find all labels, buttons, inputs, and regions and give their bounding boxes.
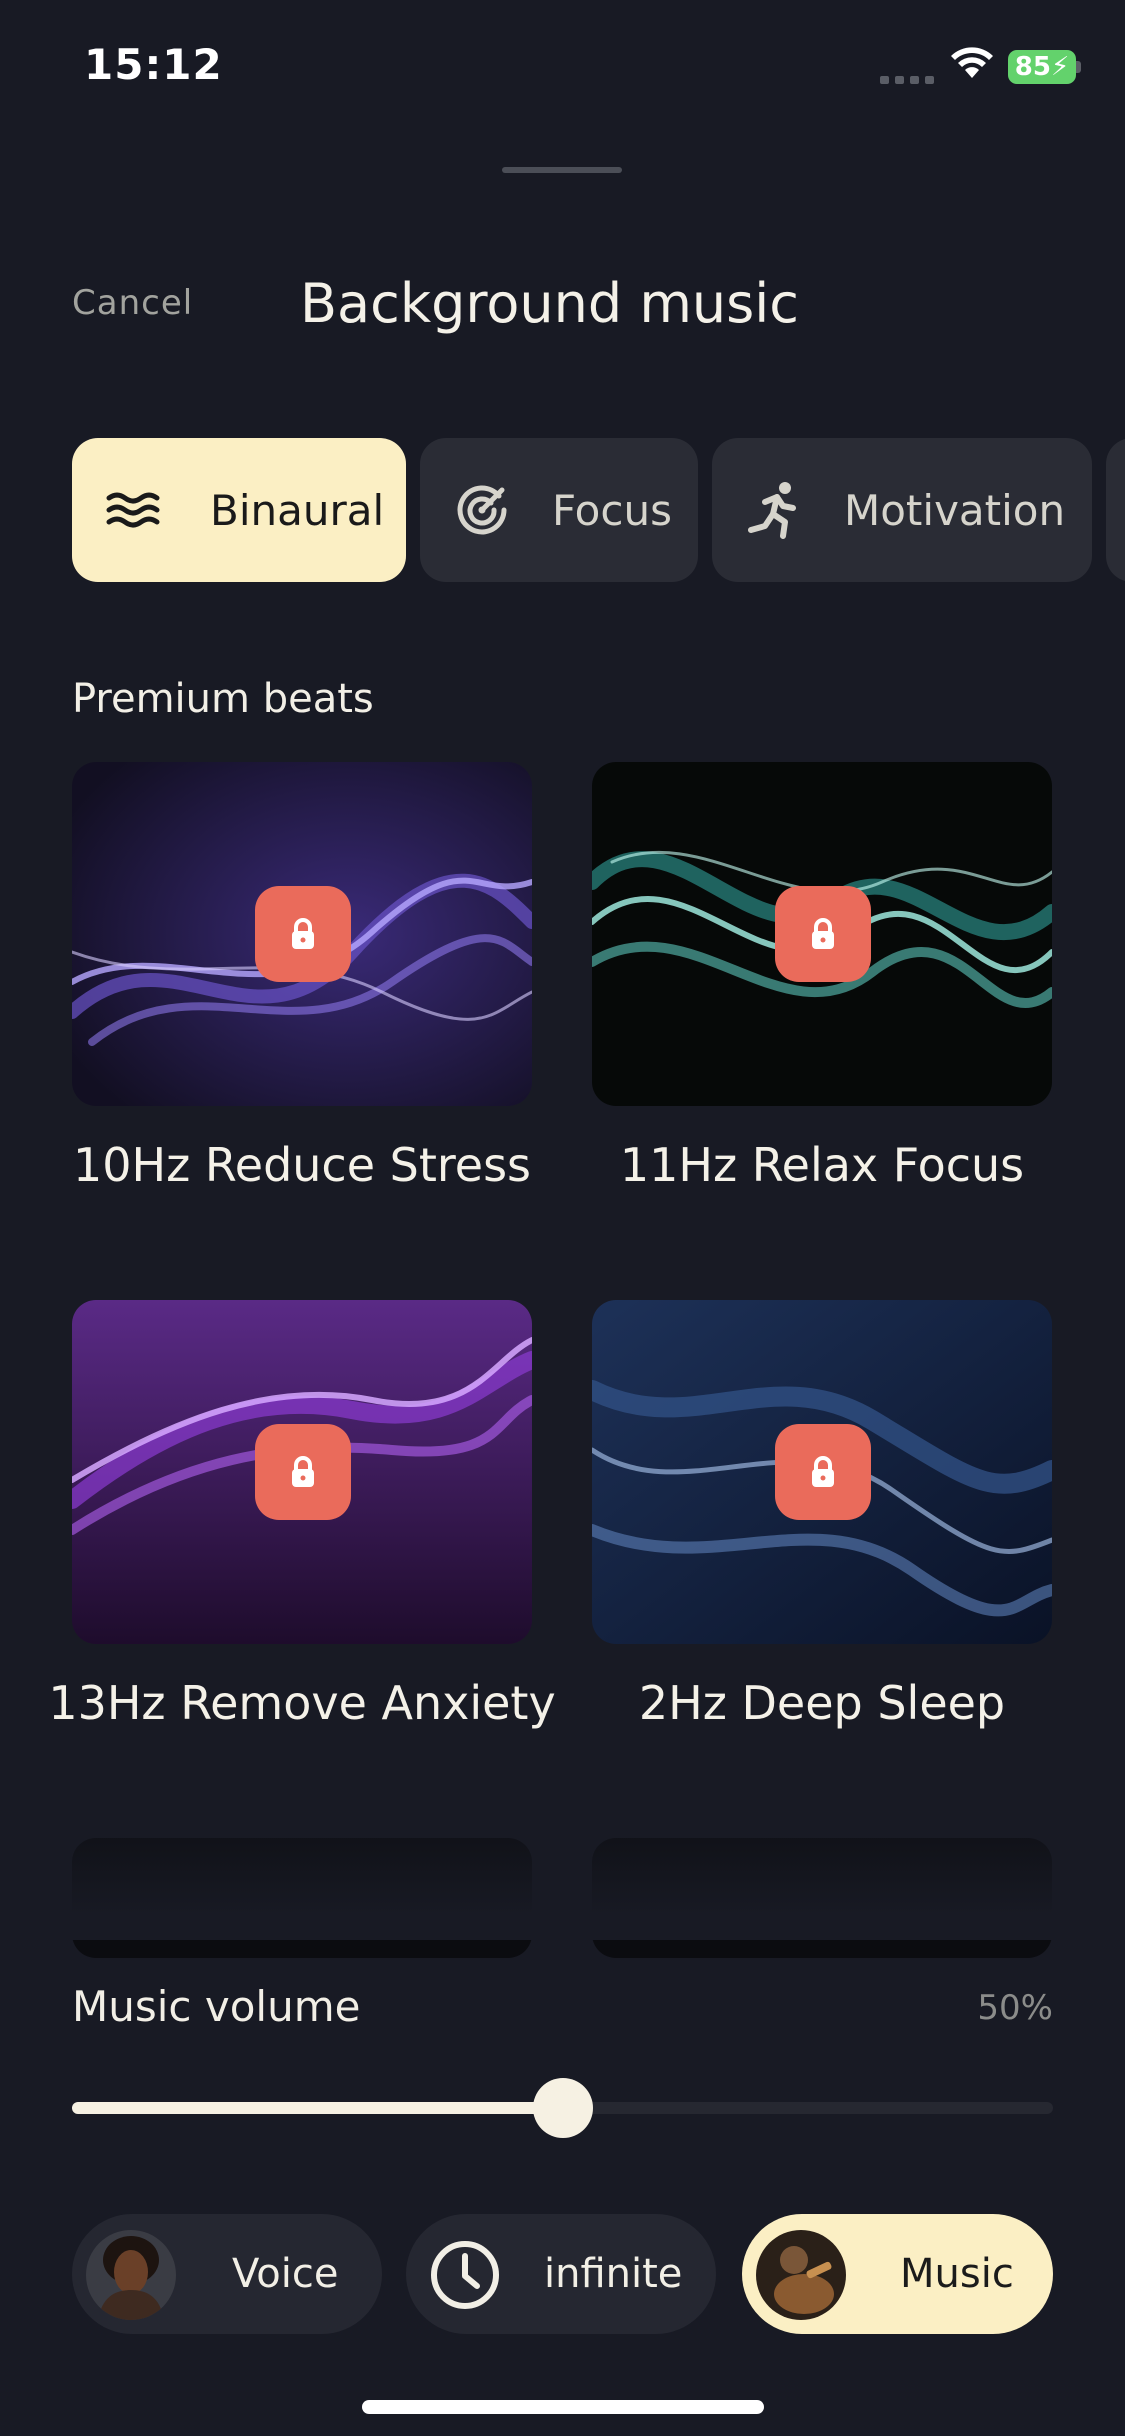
tab-motivation[interactable]: Motivation <box>712 438 1092 582</box>
home-indicator <box>362 2400 764 2414</box>
sheet-grabber[interactable] <box>502 167 622 173</box>
timer-label: infinite <box>544 2251 683 2297</box>
volume-slider-fill <box>72 2102 563 2114</box>
lock-icon <box>775 1424 871 1520</box>
voice-label: Voice <box>232 2251 339 2297</box>
status-time: 15:12 <box>84 40 223 89</box>
voice-avatar <box>86 2230 176 2320</box>
tab-binaural[interactable]: Binaural <box>72 438 406 582</box>
beat-card-2hz[interactable] <box>592 1300 1052 1644</box>
cancel-button[interactable]: Cancel <box>72 283 193 323</box>
tab-focus-label: Focus <box>552 485 672 535</box>
cellular-signal-icon <box>880 76 934 84</box>
timer-button[interactable]: infinite <box>406 2214 716 2334</box>
waves-icon <box>104 480 164 540</box>
clock-icon <box>420 2230 510 2320</box>
lock-icon <box>775 886 871 982</box>
page-title: Background music <box>300 272 799 335</box>
music-thumbnail <box>756 2230 846 2320</box>
tab-next-partial[interactable] <box>1106 438 1125 582</box>
tab-binaural-label: Binaural <box>210 485 385 535</box>
battery-level: 85 <box>1014 52 1051 82</box>
music-label: Music <box>900 2251 1014 2297</box>
volume-value: 50% <box>977 1988 1053 2028</box>
lock-icon <box>255 1424 351 1520</box>
volume-label: Music volume <box>72 1982 361 2031</box>
beat-card-11hz[interactable] <box>592 762 1052 1106</box>
section-title: Premium beats <box>72 676 374 722</box>
scroll-fade <box>0 1780 1125 1940</box>
volume-slider-thumb[interactable] <box>532 2078 593 2138</box>
beat-card-13hz[interactable] <box>72 1300 532 1644</box>
target-icon <box>452 480 512 540</box>
beat-title: 11Hz Relax Focus <box>619 1138 1025 1192</box>
battery-tip <box>1076 61 1081 73</box>
lock-icon <box>255 886 351 982</box>
voice-button[interactable]: Voice <box>72 2214 382 2334</box>
beat-card-10hz[interactable] <box>72 762 532 1106</box>
tab-focus[interactable]: Focus <box>420 438 698 582</box>
wifi-icon <box>951 47 993 78</box>
beat-title: 10Hz Reduce Stress <box>72 1138 532 1192</box>
tab-motivation-label: Motivation <box>844 485 1066 535</box>
music-button[interactable]: Music <box>742 2214 1053 2334</box>
battery-icon: 85⚡ <box>1008 50 1076 84</box>
beat-title: 2Hz Deep Sleep <box>638 1676 1006 1730</box>
beat-title: 13Hz Remove Anxiety <box>48 1676 556 1730</box>
running-person-icon <box>744 480 804 540</box>
